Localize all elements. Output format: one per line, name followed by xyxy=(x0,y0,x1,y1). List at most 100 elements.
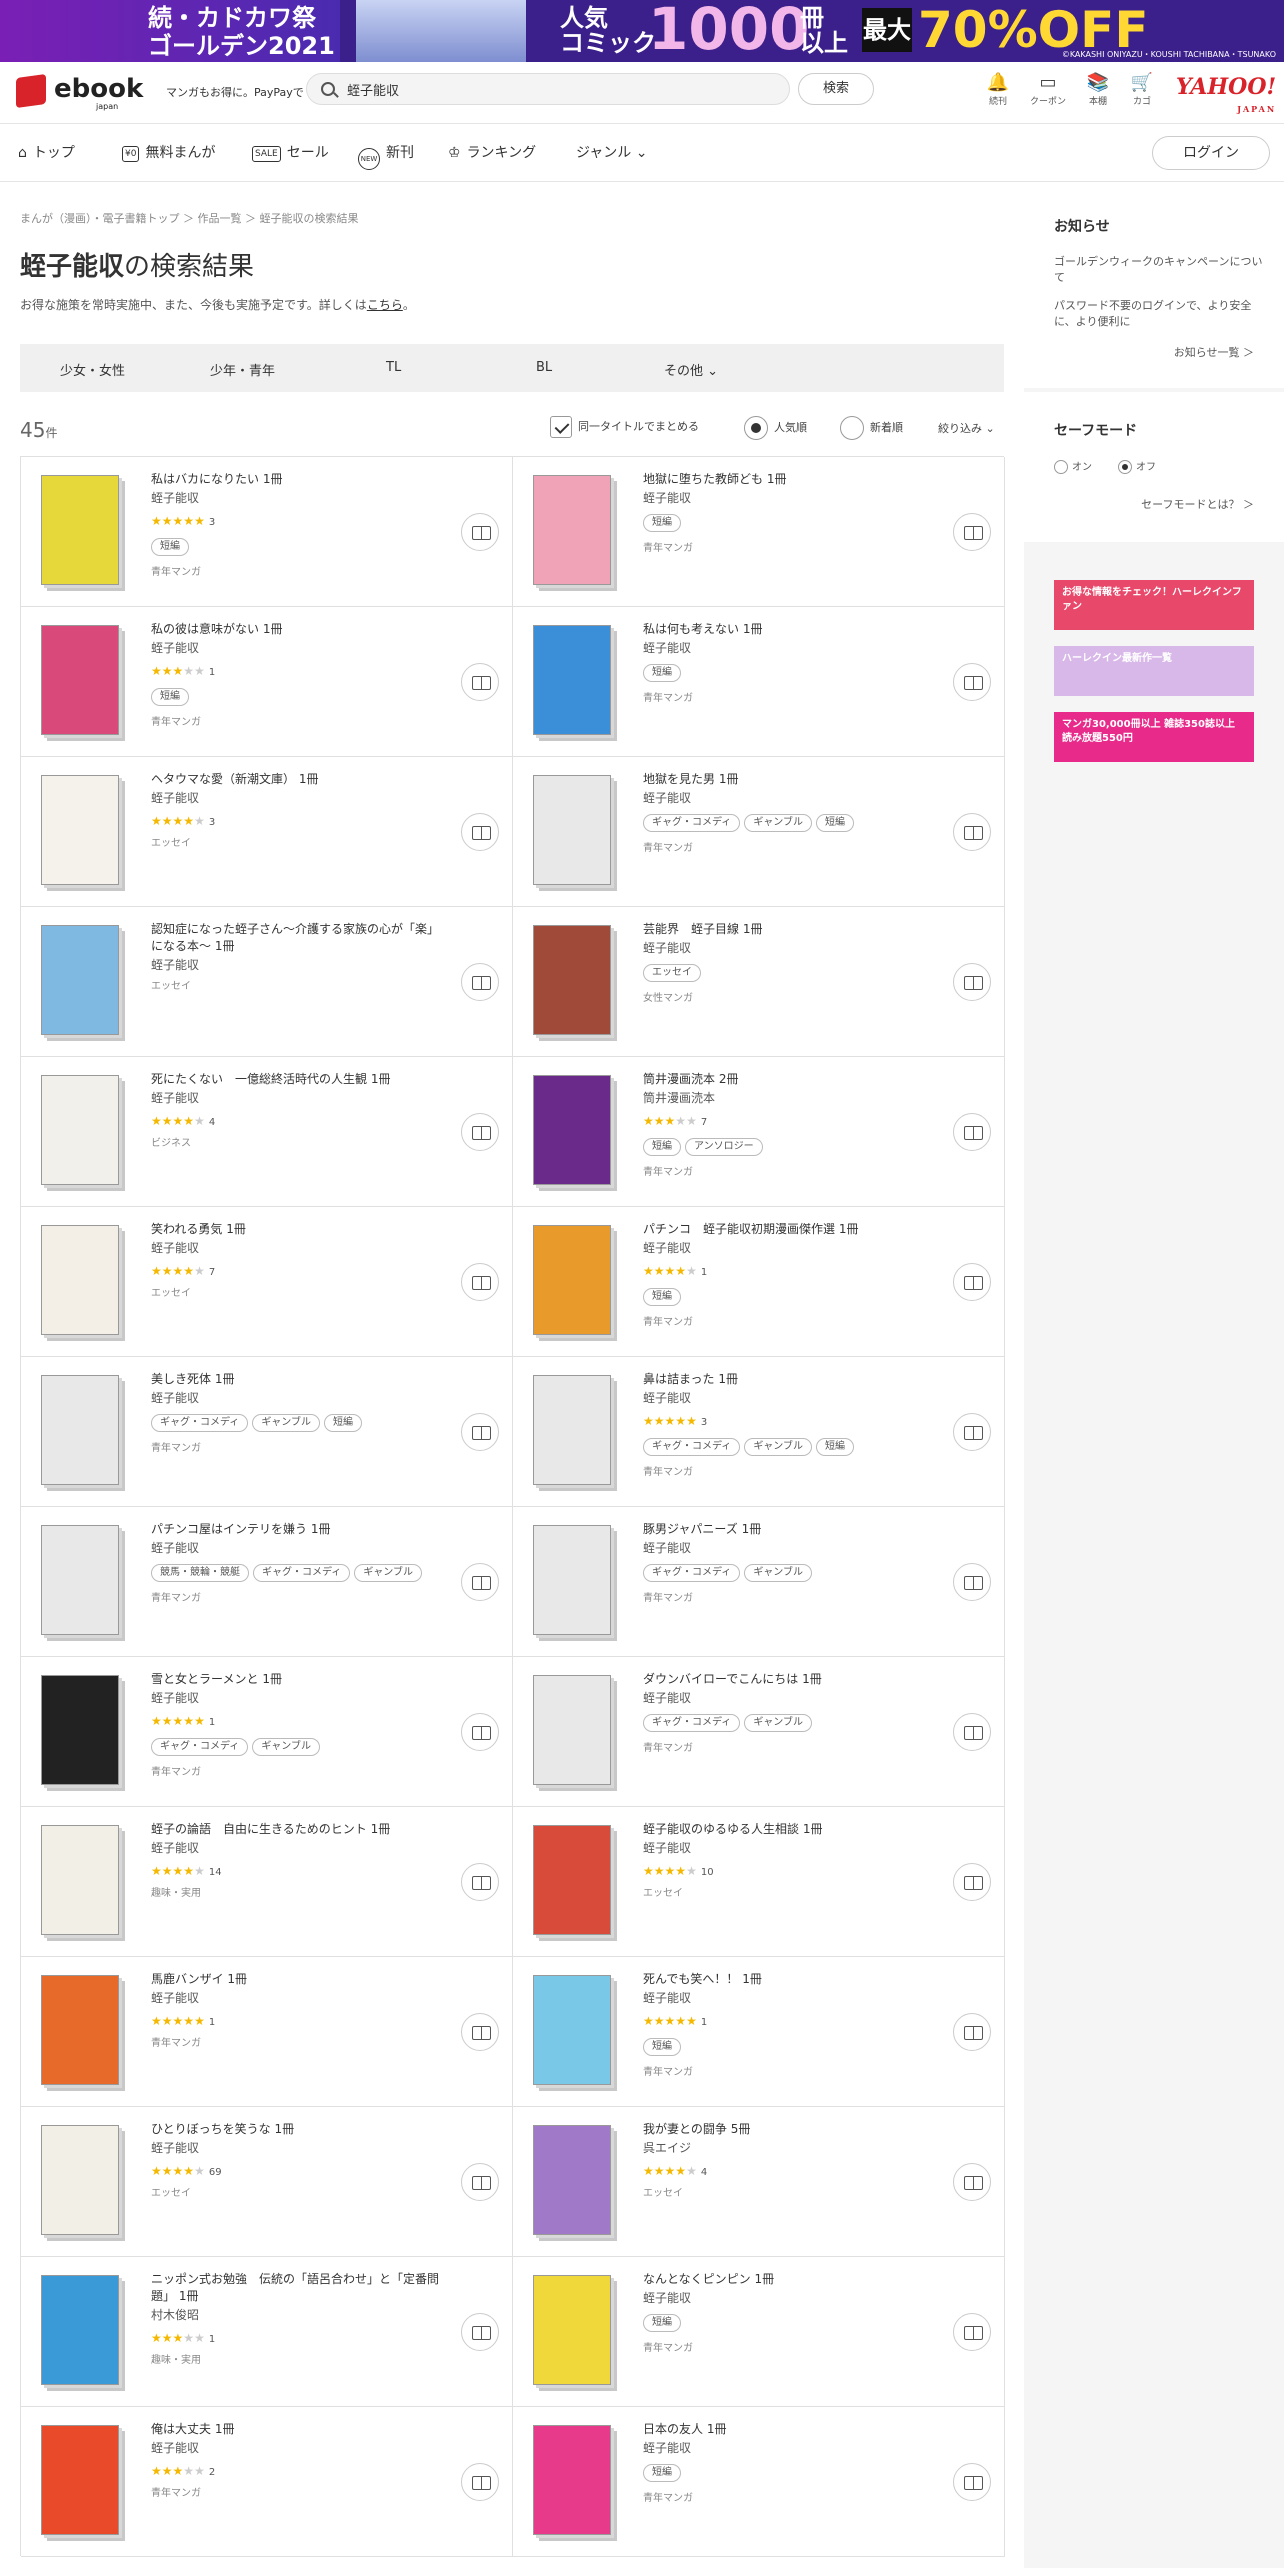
book-author[interactable]: 蛭子能収 xyxy=(151,1990,441,2007)
book-card[interactable]: 筒井漫画涜本 2冊 筒井漫画涜本 ★★★★★ 7 短編 アンソロジー 青年マンガ xyxy=(513,1057,1005,1207)
book-cover[interactable] xyxy=(533,475,611,585)
book-cover[interactable] xyxy=(533,2425,611,2535)
book-cover[interactable] xyxy=(533,1225,611,1335)
tag-chip[interactable]: 短編 xyxy=(151,538,189,556)
book-title[interactable]: ひとりぼっちを笑うな 1冊 xyxy=(151,2121,441,2138)
open-book-button[interactable] xyxy=(461,513,499,551)
book-cover[interactable] xyxy=(533,625,611,735)
tab-shounen[interactable]: 少年・青年 xyxy=(210,360,275,379)
tag-chip[interactable]: ギャグ・コメディ xyxy=(151,1414,249,1432)
tab-tl[interactable]: TL xyxy=(386,360,401,375)
book-title[interactable]: 私は何も考えない 1冊 xyxy=(643,621,933,638)
book-title[interactable]: 死んでも笑へ！！ 1冊 xyxy=(643,1971,933,1988)
book-cover[interactable] xyxy=(41,475,119,585)
sort-popular[interactable]: 人気順 xyxy=(744,416,807,440)
open-book-button[interactable] xyxy=(461,1413,499,1451)
book-title[interactable]: 蛭子の論語 自由に生きるためのヒント 1冊 xyxy=(151,1821,441,1838)
tab-other[interactable]: その他 ⌄ xyxy=(664,360,718,379)
book-card[interactable]: 雪と女とラーメンと 1冊 蛭子能収 ★★★★★ 1 ギャグ・コメディ ギャンブル 青年マンガ xyxy=(21,1657,513,1807)
book-cover[interactable] xyxy=(41,1975,119,2085)
book-card[interactable]: パチンコ 蛭子能収初期漫画傑作選 1冊 蛭子能収 ★★★★★ 1 短編 青年マンガ xyxy=(513,1207,1005,1357)
book-cover[interactable] xyxy=(41,2275,119,2385)
book-author[interactable]: 蛭子能収 xyxy=(151,1840,441,1857)
tag-chip[interactable]: ギャグ・コメディ xyxy=(151,1738,249,1756)
book-cover[interactable] xyxy=(533,2275,611,2385)
book-cover[interactable] xyxy=(533,1375,611,1485)
book-author[interactable]: 蛭子能収 xyxy=(643,1540,933,1557)
book-title[interactable]: 馬鹿バンザイ 1冊 xyxy=(151,1971,441,1988)
book-card[interactable]: ダウンバイローでこんにちは 1冊 蛭子能収 ギャグ・コメディ ギャンブル 青年マンガ xyxy=(513,1657,1005,1807)
book-card[interactable]: ひとりぼっちを笑うな 1冊 蛭子能収 ★★★★★ 69 エッセイ xyxy=(21,2107,513,2257)
book-cover[interactable] xyxy=(41,1375,119,1485)
nav-genre[interactable]: ジャンル ⌄ xyxy=(576,142,648,162)
nav-top[interactable]: ⌂ トップ xyxy=(18,142,75,162)
book-card[interactable]: 我が妻との闘争 5冊 呉エイジ ★★★★★ 4 エッセイ xyxy=(513,2107,1005,2257)
tag-chip[interactable]: ギャンブル xyxy=(744,1714,813,1732)
tab-shoujo[interactable]: 少女・女性 xyxy=(60,360,125,379)
book-author[interactable]: 蛭子能収 xyxy=(643,640,933,657)
tag-chip[interactable]: 短編 xyxy=(643,514,681,532)
book-title[interactable]: 俺は大丈夫 1冊 xyxy=(151,2421,441,2438)
tag-chip[interactable]: アンソロジー xyxy=(685,1138,763,1156)
open-book-button[interactable] xyxy=(461,1863,499,1901)
book-card[interactable]: パチンコ屋はインテリを嫌う 1冊 蛭子能収 競馬・競輪・競艇 ギャグ・コメディ ギャンブ… xyxy=(21,1507,513,1657)
book-author[interactable]: 蛭子能収 xyxy=(643,1240,933,1257)
book-title[interactable]: ニッポン式お勉強 伝統の「語呂合わせ」と「定番問題」 1冊 xyxy=(151,2271,441,2305)
tag-chip[interactable]: 短編 xyxy=(643,2314,681,2332)
book-card[interactable]: 日本の友人 1冊 蛭子能収 短編 青年マンガ xyxy=(513,2407,1005,2557)
open-book-button[interactable] xyxy=(953,1113,991,1151)
search-box[interactable] xyxy=(306,73,790,105)
open-book-button[interactable] xyxy=(461,663,499,701)
book-title[interactable]: 笑われる勇気 1冊 xyxy=(151,1221,441,1238)
book-title[interactable]: なんとなくピンピン 1冊 xyxy=(643,2271,933,2288)
book-title[interactable]: 芸能界 蛭子目線 1冊 xyxy=(643,921,933,938)
book-title[interactable]: 地獄を見た男 1冊 xyxy=(643,771,933,788)
header-cart[interactable]: 🛒 カゴ xyxy=(1122,72,1162,107)
login-button[interactable]: ログイン xyxy=(1152,136,1270,170)
tag-chip[interactable]: 短編 xyxy=(643,2038,681,2056)
tag-chip[interactable]: ギャグ・コメディ xyxy=(643,814,741,832)
book-title[interactable]: 鼻は詰まった 1冊 xyxy=(643,1371,933,1388)
book-author[interactable]: 蛭子能収 xyxy=(643,2290,933,2307)
open-book-button[interactable] xyxy=(953,1263,991,1301)
tag-chip[interactable]: ギャグ・コメディ xyxy=(253,1564,351,1582)
book-cover[interactable] xyxy=(533,925,611,1035)
book-card[interactable]: 地獄に堕ちた教師ども 1冊 蛭子能収 短編 青年マンガ xyxy=(513,457,1005,607)
header-new-volumes[interactable]: 🔔 続刊 xyxy=(978,72,1018,107)
book-author[interactable]: 蛭子能収 xyxy=(151,1090,441,1107)
open-book-button[interactable] xyxy=(953,1713,991,1751)
tag-chip[interactable]: ギャンブル xyxy=(252,1414,321,1432)
open-book-button[interactable] xyxy=(461,1263,499,1301)
book-title[interactable]: 我が妻との闘争 5冊 xyxy=(643,2121,933,2138)
book-card[interactable]: 死にたくない 一億総終活時代の人生観 1冊 蛭子能収 ★★★★★ 4 ビジネス xyxy=(21,1057,513,1207)
book-card[interactable]: 美しき死体 1冊 蛭子能収 ギャグ・コメディ ギャンブル 短編 青年マンガ xyxy=(21,1357,513,1507)
open-book-button[interactable] xyxy=(953,2013,991,2051)
book-author[interactable]: 村木俊昭 xyxy=(151,2307,441,2324)
nav-ranking[interactable]: ♔ ランキング xyxy=(448,142,536,162)
tag-chip[interactable]: ギャンブル xyxy=(354,1564,423,1582)
open-book-button[interactable] xyxy=(461,2313,499,2351)
book-title[interactable]: パチンコ屋はインテリを嫌う 1冊 xyxy=(151,1521,441,1538)
nav-new[interactable]: NEW 新刊 xyxy=(358,142,414,170)
book-cover[interactable] xyxy=(533,775,611,885)
open-book-button[interactable] xyxy=(953,813,991,851)
book-card[interactable]: 鼻は詰まった 1冊 蛭子能収 ★★★★★ 3 ギャグ・コメディ ギャンブル 短編 青年マンガ xyxy=(513,1357,1005,1507)
book-card[interactable]: 私はバカになりたい 1冊 蛭子能収 ★★★★★ 3 短編 青年マンガ xyxy=(21,457,513,607)
safe-mode-help-link[interactable]: セーフモードとは？ ＞ xyxy=(1141,496,1254,512)
book-cover[interactable] xyxy=(41,2425,119,2535)
book-card[interactable]: 芸能界 蛭子目線 1冊 蛭子能収 エッセイ 女性マンガ xyxy=(513,907,1005,1057)
book-cover[interactable] xyxy=(41,625,119,735)
tag-chip[interactable]: ギャンブル xyxy=(744,814,813,832)
book-card[interactable]: ヘタウマな愛（新潮文庫） 1冊 蛭子能収 ★★★★★ 3 エッセイ xyxy=(21,757,513,907)
notice-item[interactable]: ゴールデンウィークのキャンペーンについて xyxy=(1054,254,1264,286)
tag-chip[interactable]: 短編 xyxy=(816,814,855,832)
open-book-button[interactable] xyxy=(461,2163,499,2201)
book-card[interactable]: 私の彼は意味がない 1冊 蛭子能収 ★★★★★ 1 短編 青年マンガ xyxy=(21,607,513,757)
yahoo-japan-logo[interactable]: YAHOO! JAPAN xyxy=(1176,76,1276,120)
ebookjapan-logo[interactable]: ebook japan xyxy=(16,73,156,112)
book-cover[interactable] xyxy=(533,1675,611,1785)
book-title[interactable]: 雪と女とラーメンと 1冊 xyxy=(151,1671,441,1688)
open-book-button[interactable] xyxy=(461,2463,499,2501)
book-card[interactable]: なんとなくピンピン 1冊 蛭子能収 短編 青年マンガ xyxy=(513,2257,1005,2407)
open-book-button[interactable] xyxy=(953,2463,991,2501)
